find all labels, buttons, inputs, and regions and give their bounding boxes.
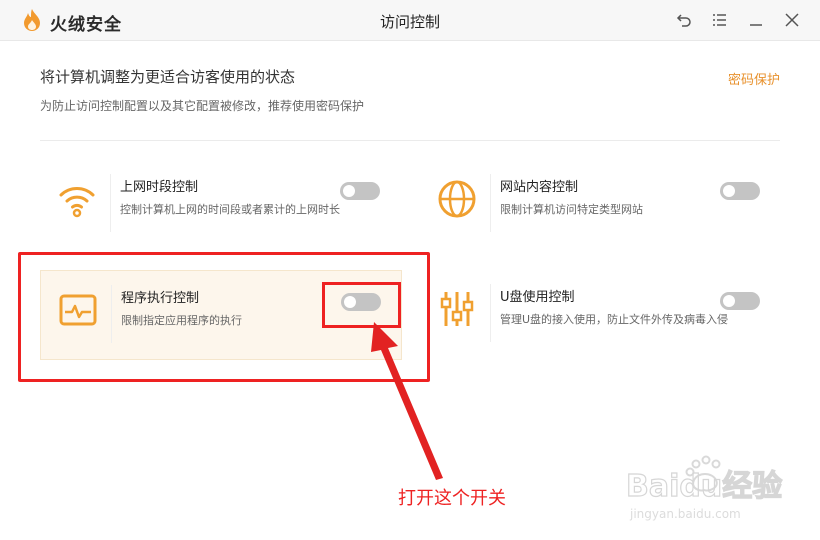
watermark-url: jingyan.baidu.com: [629, 507, 741, 521]
annotation-text: 打开这个开关: [398, 488, 506, 509]
watermark-brand: Baidu经验: [626, 469, 782, 504]
baidu-watermark-logo: Baidu经验 jingyan.baidu.com: [625, 455, 783, 521]
